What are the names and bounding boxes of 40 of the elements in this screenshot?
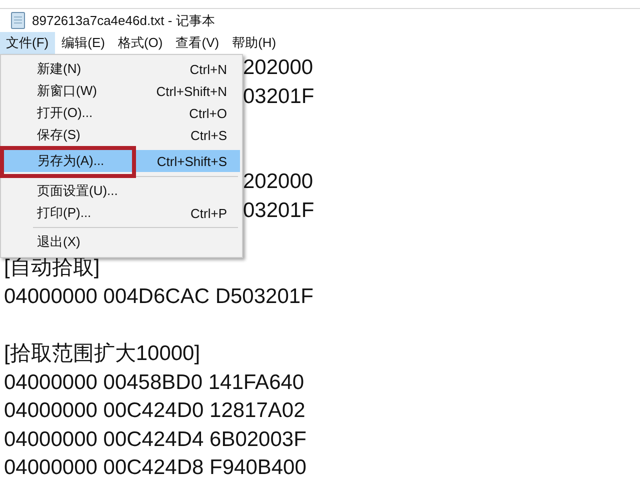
menu-item-label: 页面设置(U)...: [37, 182, 118, 200]
notepad-icon: [11, 12, 25, 29]
menu-item-label: 打开(O)...: [37, 104, 93, 122]
menu-item[interactable]: 帮助(H): [226, 32, 282, 54]
text-line: 04000000 00C424D4 6B02003F: [4, 428, 306, 451]
text-line: 202000: [243, 56, 314, 79]
text-line: 04000000 00C424D8 F940B400: [4, 456, 306, 480]
text-line: 202000: [243, 170, 314, 194]
shortcut-label: Ctrl+Shift+N: [156, 84, 227, 98]
menu-item[interactable]: 新窗口(W) Ctrl+Shift+N: [3, 80, 240, 102]
window-title: 8972613a7ca4e46d.txt - 记事本: [32, 12, 215, 30]
shortcut-label: Ctrl+Shift+S: [156, 154, 227, 168]
shortcut-label: Ctrl+N: [190, 62, 227, 76]
text-line: 03201F: [243, 84, 314, 108]
menu-item-label: 退出(X): [37, 233, 80, 251]
shortcut-label: Ctrl+S: [190, 128, 227, 142]
menu-item[interactable]: 退出(X): [3, 231, 240, 253]
text-line: 03201F: [243, 198, 314, 222]
menu-item-label: 新建(N): [37, 60, 82, 78]
menu-item[interactable]: 查看(V): [170, 32, 226, 54]
menu-item[interactable]: 打印(P)... Ctrl+P: [3, 202, 240, 224]
menu-item[interactable]: 页面设置(U)...: [3, 180, 240, 202]
menu-item-label: 新窗口(W): [37, 82, 97, 100]
menu-item-label: 保存(S): [37, 126, 80, 144]
text-line: 04000000 004D6CAC D503201F: [4, 284, 314, 308]
text-line: 04000000 00C424D0 12817A02: [4, 399, 306, 422]
menu-item[interactable]: 新建(N) Ctrl+N: [3, 58, 240, 80]
shortcut-label: Ctrl+O: [189, 106, 227, 120]
menu-item-label: 打印(P)...: [37, 204, 92, 222]
menu-item[interactable]: 另存为(A)... Ctrl+Shift+S: [3, 150, 240, 172]
menu-item[interactable]: 编辑(E): [56, 32, 111, 54]
text-line: [自动拾取]: [4, 256, 100, 280]
menu-item[interactable]: 保存(S) Ctrl+S: [3, 124, 240, 146]
shortcut-label: Ctrl+P: [190, 206, 227, 220]
text-line: 04000000 00458BD0 141FA640: [4, 370, 304, 394]
text-line: [拾取范围扩大10000]: [4, 342, 200, 365]
menu-item[interactable]: 文件(F): [0, 32, 55, 54]
menu-item[interactable]: 打开(O)... Ctrl+O: [3, 102, 240, 124]
menu-item-label: 另存为(A)...: [37, 152, 104, 170]
menu-item[interactable]: 格式(O): [112, 32, 169, 54]
